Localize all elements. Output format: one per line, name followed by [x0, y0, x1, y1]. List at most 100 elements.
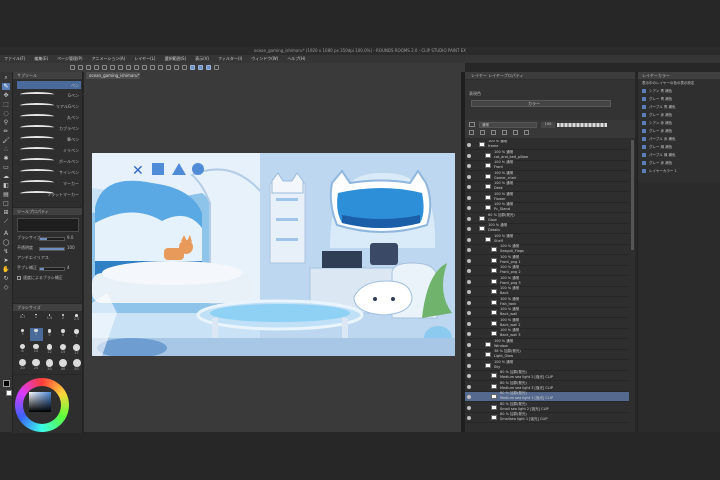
brush-size-option[interactable]: 8 [16, 343, 29, 356]
layer-panel-tabs[interactable]: レイヤー レイヤープロパティ [465, 72, 635, 79]
brush-size-option[interactable]: 25 [30, 358, 43, 371]
canvas-artwork[interactable]: ✕ [92, 153, 455, 356]
fill-icon[interactable] [118, 65, 123, 70]
visibility-eye-icon[interactable] [467, 185, 471, 189]
visibility-eye-icon[interactable] [467, 321, 471, 326]
layer-row[interactable]: 38 % 加算(発光) Light_Glow [465, 349, 629, 360]
brush-size-option[interactable]: 20 [16, 358, 29, 371]
eraser-tool-icon[interactable]: ▭ [2, 164, 10, 171]
menu-layer[interactable]: レイヤー(L) [134, 56, 155, 62]
rotate-icon[interactable] [158, 65, 163, 70]
new-folder-icon[interactable] [480, 130, 485, 135]
open-icon[interactable] [78, 65, 83, 70]
layer-row[interactable]: 100 % 通常 Pc_Stand [465, 202, 629, 213]
new-icon[interactable] [70, 65, 75, 70]
menu-selection[interactable]: 選択範囲(S) [164, 56, 186, 62]
layer-row[interactable]: 80 % 加算(発光) Medium sea light 3 [強光] CLIP [465, 381, 629, 392]
visibility-eye-icon[interactable] [467, 143, 471, 147]
visibility-eye-icon[interactable] [467, 311, 471, 315]
brush-size-option[interactable]: 17 [70, 343, 83, 356]
gradient-tool-icon[interactable]: ▤ [2, 191, 10, 198]
visibility-eye-icon[interactable] [467, 342, 471, 347]
layer-row[interactable]: 100 % 通常 Fish_tank [465, 297, 629, 308]
visibility-eye-icon[interactable] [467, 395, 471, 399]
brush-size-option[interactable]: 50 [70, 358, 83, 371]
layer-row[interactable]: 80 % 加算(発光) Medium sea light 2 [強光] CLIP [465, 370, 629, 381]
main-color-swatch[interactable] [3, 380, 10, 387]
figure-tool-icon[interactable]: □ [2, 200, 10, 207]
zoom-tool-icon[interactable]: ⌕ [2, 74, 10, 81]
visibility-eye-icon[interactable] [467, 384, 471, 389]
layer-row[interactable]: 100 % 通常 Front_png 2 [465, 265, 629, 276]
layer-color-item[interactable]: パープル 青 補色 [642, 104, 718, 111]
brush-tool-icon[interactable]: 🖌 [2, 137, 10, 144]
zoom-icon[interactable] [174, 65, 179, 70]
hand-tool-icon[interactable]: ✋ [2, 266, 10, 273]
flip-icon[interactable] [166, 65, 171, 70]
fill-tool-icon[interactable]: ◧ [2, 182, 10, 189]
text-tool-icon[interactable]: A [2, 230, 10, 237]
visibility-eye-icon[interactable] [467, 164, 471, 168]
layer-color-item[interactable]: グレー 緑 補色 [642, 144, 718, 151]
selection-tool-icon[interactable]: ⬚ [2, 101, 10, 108]
blend-mode-select[interactable]: 通常 [479, 122, 537, 128]
brush-size-option[interactable]: 1 [30, 313, 43, 326]
visibility-eye-icon[interactable] [467, 405, 471, 410]
frame-tool-icon[interactable]: ⊞ [2, 209, 10, 216]
document-tab[interactable]: ocean_gaming_ishimaru* [86, 72, 140, 79]
visibility-eye-icon[interactable] [467, 195, 471, 200]
visibility-eye-icon[interactable] [467, 353, 471, 357]
visibility-eye-icon[interactable] [467, 332, 471, 336]
brush-item[interactable]: サインペン [17, 168, 81, 176]
layer-row[interactable]: 100 % 通常 Back_wall 2 [465, 318, 629, 329]
layer-color-item[interactable]: グレー 青 補色 [642, 96, 718, 103]
brush-item[interactable]: 丸ペン [17, 113, 81, 121]
visibility-eye-icon[interactable] [467, 237, 471, 242]
mask-icon[interactable] [513, 130, 518, 135]
brush-size-option[interactable]: 1.5 [43, 313, 56, 326]
brush-size-option[interactable]: 7 [70, 328, 83, 341]
brush-item[interactable]: 筆ペン [17, 135, 81, 143]
clear-icon[interactable] [110, 65, 115, 70]
operation-tool-icon[interactable]: ➤ [2, 257, 10, 264]
layer-color-item[interactable]: シアン 青 補色 [642, 88, 718, 95]
saturation-value-square[interactable] [29, 392, 51, 412]
layer-row[interactable]: 100 % 通常 Back [465, 286, 629, 297]
layer-row[interactable]: 100 % 通常 Window [465, 339, 629, 350]
lock-icon[interactable] [469, 122, 475, 127]
layer-row[interactable]: 80 % 加算(発光) Small sea light 2 [強光] CLIP [465, 402, 629, 413]
brush-item[interactable]: ミリペン [17, 146, 81, 154]
brush-size-option[interactable]: 0.7 [16, 313, 29, 326]
brush-size-option[interactable]: 30 [43, 358, 56, 371]
lasso-tool-icon[interactable]: ◌ [2, 110, 10, 117]
brush-item[interactable]: Gペン [17, 91, 81, 99]
redo-icon[interactable] [102, 65, 107, 70]
brush-size-row[interactable]: ブラシサイズ 9.0 [17, 235, 79, 243]
layer-color-item[interactable]: グレー 赤 補色 [642, 128, 718, 135]
menu-file[interactable]: ファイル(F) [4, 56, 25, 62]
airbrush-tool-icon[interactable]: ∴ [2, 146, 10, 153]
layer-row[interactable]: 100 % 通常 Back_wall [465, 307, 629, 318]
stabilization-row[interactable]: 手ブレ補正 4 [17, 265, 79, 273]
undo-icon[interactable] [94, 65, 99, 70]
opacity-row[interactable]: 不透明度 100 [17, 245, 79, 253]
layer-row[interactable]: 80 % 加算(発光) Smallsea light 1 [強光] CLIP [465, 412, 629, 423]
layer-color-item[interactable]: グレー 赤 補色 [642, 160, 718, 167]
visibility-eye-icon[interactable] [467, 153, 471, 158]
eyedropper-tool-icon[interactable]: ⚲ [2, 119, 10, 126]
layer-color-item[interactable]: シアン 赤 補色 [642, 120, 718, 127]
menu-help[interactable]: ヘルプ(H) [287, 56, 305, 62]
reference-icon[interactable] [502, 130, 507, 135]
layer-row[interactable]: 100 % 通常 Flower [465, 192, 629, 203]
layer-row[interactable]: 100 % 通常 Desk [465, 181, 629, 192]
visibility-eye-icon[interactable] [467, 269, 471, 273]
brush-size-option[interactable]: 40 [57, 358, 70, 371]
antialias-row[interactable]: アンチエイリアス [17, 255, 79, 263]
brush-item[interactable]: リアルGペン [17, 102, 81, 110]
brush-size-option[interactable]: 15 [57, 343, 70, 356]
layer-row[interactable]: 100 % 通常 cat_and_bed_pillow [465, 150, 629, 161]
visibility-eye-icon[interactable] [467, 290, 471, 294]
visibility-eye-icon[interactable] [467, 300, 471, 305]
visibility-eye-icon[interactable] [467, 174, 471, 179]
clip-icon[interactable] [491, 130, 496, 135]
